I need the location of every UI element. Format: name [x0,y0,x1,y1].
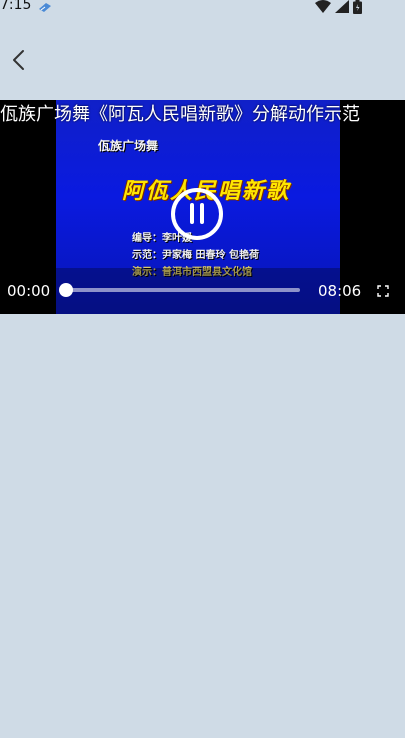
fullscreen-button[interactable] [377,285,389,297]
pause-button[interactable] [164,185,228,241]
status-bar: 7:15 [0,0,405,18]
seek-thumb[interactable] [59,283,73,297]
wifi-icon [315,0,331,13]
chevron-left-icon [13,50,24,70]
frame-credit-line: 示范：尹家梅 田春玲 包艳荷 [132,250,259,261]
current-time: 00:00 [7,282,51,300]
fullscreen-icon [377,285,389,297]
seek-bar[interactable] [66,288,300,292]
back-button[interactable] [6,46,32,74]
video-title: 佤族广场舞《阿瓦人民唱新歌》分解动作示范 [0,104,360,125]
status-time: 7:15 [0,0,32,13]
total-time: 08:06 [318,282,362,300]
video-player[interactable]: 佤族广场舞 阿佤人民唱新歌 编导：李叶媛 示范：尹家梅 田春玲 包艳荷 演示：普… [0,100,405,314]
status-icons [315,0,375,14]
signal-icon [335,0,349,13]
pause-icon [190,203,204,224]
battery-icon [353,0,362,14]
app-notification-icon [39,3,51,12]
frame-top-label: 佤族广场舞 [98,139,159,153]
